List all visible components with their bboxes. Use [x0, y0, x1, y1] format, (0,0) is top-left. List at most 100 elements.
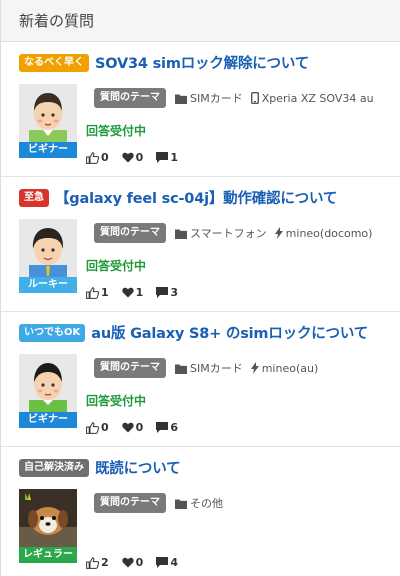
folder-icon: [175, 498, 190, 509]
comment-count: 4: [156, 556, 178, 569]
folder-icon: [175, 363, 190, 374]
user-rank-badge: ビギナー: [19, 412, 77, 428]
thumbs-up-icon: [86, 286, 101, 299]
avatar[interactable]: レギュラー: [19, 489, 77, 563]
tag-label: スマートフォン: [190, 227, 267, 240]
thumbs-up-icon: [86, 151, 101, 164]
heart-count: 0: [122, 556, 144, 569]
like-count: 2: [86, 556, 109, 569]
heart-count: 1: [122, 286, 144, 299]
like-count-value: 0: [101, 421, 109, 434]
urgency-badge: なるべく早く: [19, 53, 89, 72]
urgency-badge: 至急: [19, 188, 49, 207]
question-stats: 0 0 6: [86, 421, 191, 434]
theme-label: 質問のテーマ: [94, 358, 166, 378]
tag-label: mineo(au): [261, 361, 319, 375]
like-count-value: 0: [101, 151, 109, 164]
tag-label: SIMカード: [190, 92, 243, 105]
question-tag[interactable]: SIMカード: [175, 360, 243, 376]
answer-status: 回答受付中: [86, 259, 147, 273]
bolt-icon: [274, 227, 286, 239]
comment-count-value: 3: [170, 286, 178, 299]
like-count: 1: [86, 286, 109, 299]
tag-label: mineo(docomo): [285, 226, 373, 240]
question-tag[interactable]: Xperia XZ SOV34 au: [250, 91, 374, 105]
comment-count-value: 6: [170, 421, 178, 434]
question-tags: 質問のテーマ SIMカード mineo(au): [94, 358, 400, 378]
avatar[interactable]: ビギナー: [19, 84, 77, 158]
question-title-row: 自己解決済み 既読について: [19, 457, 396, 478]
user-rank-badge: ルーキー: [19, 277, 77, 293]
question-item: なるべく早く SOV34 simロック解除についてビギナー 質問のテーマ SIMカード…: [1, 42, 400, 177]
question-title-link[interactable]: au版 Galaxy S8+ のsimロックについて: [91, 322, 368, 343]
new-questions-panel: 新着の質問 なるべく早く SOV34 simロック解除について ビギナー 質問のテーマ…: [0, 0, 400, 576]
comment-count: 6: [156, 421, 178, 434]
question-title-link[interactable]: 既読について: [95, 457, 180, 478]
thumbs-up-icon: [86, 421, 101, 434]
comment-count-value: 1: [170, 151, 178, 164]
heart-count-value: 0: [135, 151, 144, 164]
like-count-value: 2: [101, 556, 109, 569]
comment-count-value: 4: [170, 556, 178, 569]
question-tag[interactable]: その他: [175, 495, 223, 511]
folder-icon: [175, 93, 190, 104]
heart-icon: [122, 422, 136, 433]
question-item: 至急 【galaxy feel sc-04j】動作確認についてルーキー 質問のテーマ…: [1, 177, 400, 312]
question-title-row: なるべく早く SOV34 simロック解除について: [19, 52, 396, 73]
heart-count-value: 1: [135, 286, 144, 299]
question-list: なるべく早く SOV34 simロック解除について ビギナー 質問のテーマ SIMカード…: [1, 42, 400, 576]
folder-icon: [175, 228, 190, 239]
tag-label: その他: [190, 497, 223, 510]
comment-count: 3: [156, 286, 178, 299]
avatar[interactable]: ルーキー: [19, 219, 77, 293]
question-tag[interactable]: SIMカード: [175, 90, 243, 106]
heart-count-value: 0: [135, 556, 144, 569]
question-tags: 質問のテーマ スマートフォン mineo(docomo): [94, 223, 400, 243]
question-title-row: いつでもOK au版 Galaxy S8+ のsimロックについて: [19, 322, 396, 343]
question-item: いつでもOK au版 Galaxy S8+ のsimロックについてビギナー 質問のテ…: [1, 312, 400, 447]
urgency-badge: 自己解決済み: [19, 458, 89, 477]
question-tags: 質問のテーマ SIMカード Xperia XZ SOV34 au: [94, 88, 400, 108]
like-count: 0: [86, 421, 109, 434]
heart-count: 0: [122, 151, 144, 164]
question-tag[interactable]: mineo(au): [250, 361, 319, 375]
tag-label: Xperia XZ SOV34 au: [261, 91, 374, 105]
answer-status: 回答受付中: [86, 124, 147, 138]
heart-icon: [122, 287, 136, 298]
comment-icon: [156, 152, 170, 163]
panel-header: 新着の質問: [1, 0, 400, 42]
heart-icon: [122, 152, 136, 163]
heart-count-value: 0: [135, 421, 144, 434]
bolt-icon: [250, 362, 262, 374]
phone-icon: [250, 92, 262, 104]
theme-label: 質問のテーマ: [94, 223, 166, 243]
question-title-link[interactable]: SOV34 simロック解除について: [95, 52, 309, 73]
panel-title: 新着の質問: [19, 12, 95, 30]
question-tag[interactable]: スマートフォン: [175, 225, 267, 241]
comment-icon: [156, 557, 170, 568]
user-rank-badge: ビギナー: [19, 142, 77, 158]
comment-icon: [156, 422, 170, 433]
comment-icon: [156, 287, 170, 298]
tag-label: SIMカード: [190, 362, 243, 375]
question-title-link[interactable]: 【galaxy feel sc-04j】動作確認について: [55, 187, 337, 208]
question-title-row: 至急 【galaxy feel sc-04j】動作確認について: [19, 187, 396, 208]
question-item: 自己解決済み 既読についてレギュラー 質問のテーマ その他 2 0 4: [1, 447, 400, 576]
answer-status: 回答受付中: [86, 394, 147, 408]
question-stats: 1 1 3: [86, 286, 191, 299]
urgency-badge: いつでもOK: [19, 323, 86, 342]
question-stats: 2 0 4: [86, 556, 191, 569]
heart-count: 0: [122, 421, 144, 434]
heart-icon: [122, 557, 136, 568]
theme-label: 質問のテーマ: [94, 493, 166, 513]
question-tag[interactable]: mineo(docomo): [274, 226, 373, 240]
question-tags: 質問のテーマ その他: [94, 493, 400, 513]
comment-count: 1: [156, 151, 178, 164]
avatar[interactable]: ビギナー: [19, 354, 77, 428]
theme-label: 質問のテーマ: [94, 88, 166, 108]
thumbs-up-icon: [86, 556, 101, 569]
question-stats: 0 0 1: [86, 151, 191, 164]
user-rank-badge: レギュラー: [19, 547, 77, 563]
like-count: 0: [86, 151, 109, 164]
like-count-value: 1: [101, 286, 109, 299]
